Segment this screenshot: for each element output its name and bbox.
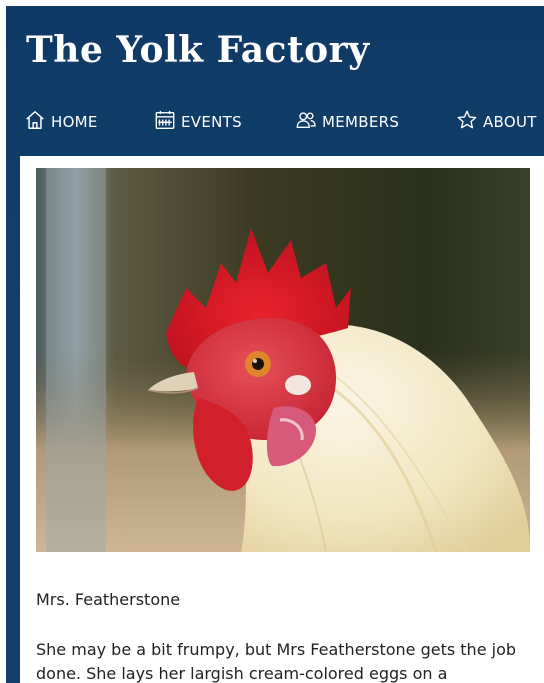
nav-item-about[interactable]: ABOUT <box>456 102 537 142</box>
calendar-icon <box>154 109 181 135</box>
member-description: She may be a bit frumpy, but Mrs Feather… <box>36 640 517 683</box>
users-icon <box>295 109 322 135</box>
nav-item-home[interactable]: HOME <box>24 102 98 142</box>
nav-item-label: HOME <box>51 113 98 131</box>
nav-item-label: ABOUT <box>483 113 537 131</box>
nav-item-members[interactable]: MEMBERS <box>295 102 399 142</box>
home-icon <box>24 109 51 135</box>
main-nav: HOME EVENTS MEMBERS ABOUT <box>6 102 544 142</box>
member-card: Mrs. Featherstone She may be a bit frump… <box>20 156 544 683</box>
app-frame: The Yolk Factory HOME EVENTS MEMBERS ABO… <box>6 6 544 683</box>
nav-item-label: EVENTS <box>181 113 242 131</box>
member-name: Mrs. Featherstone <box>36 590 181 609</box>
rooster-photo <box>36 168 530 552</box>
site-title[interactable]: The Yolk Factory <box>26 26 370 74</box>
nav-item-events[interactable]: EVENTS <box>154 102 242 142</box>
nav-item-label: MEMBERS <box>322 113 400 131</box>
star-icon <box>456 109 483 135</box>
